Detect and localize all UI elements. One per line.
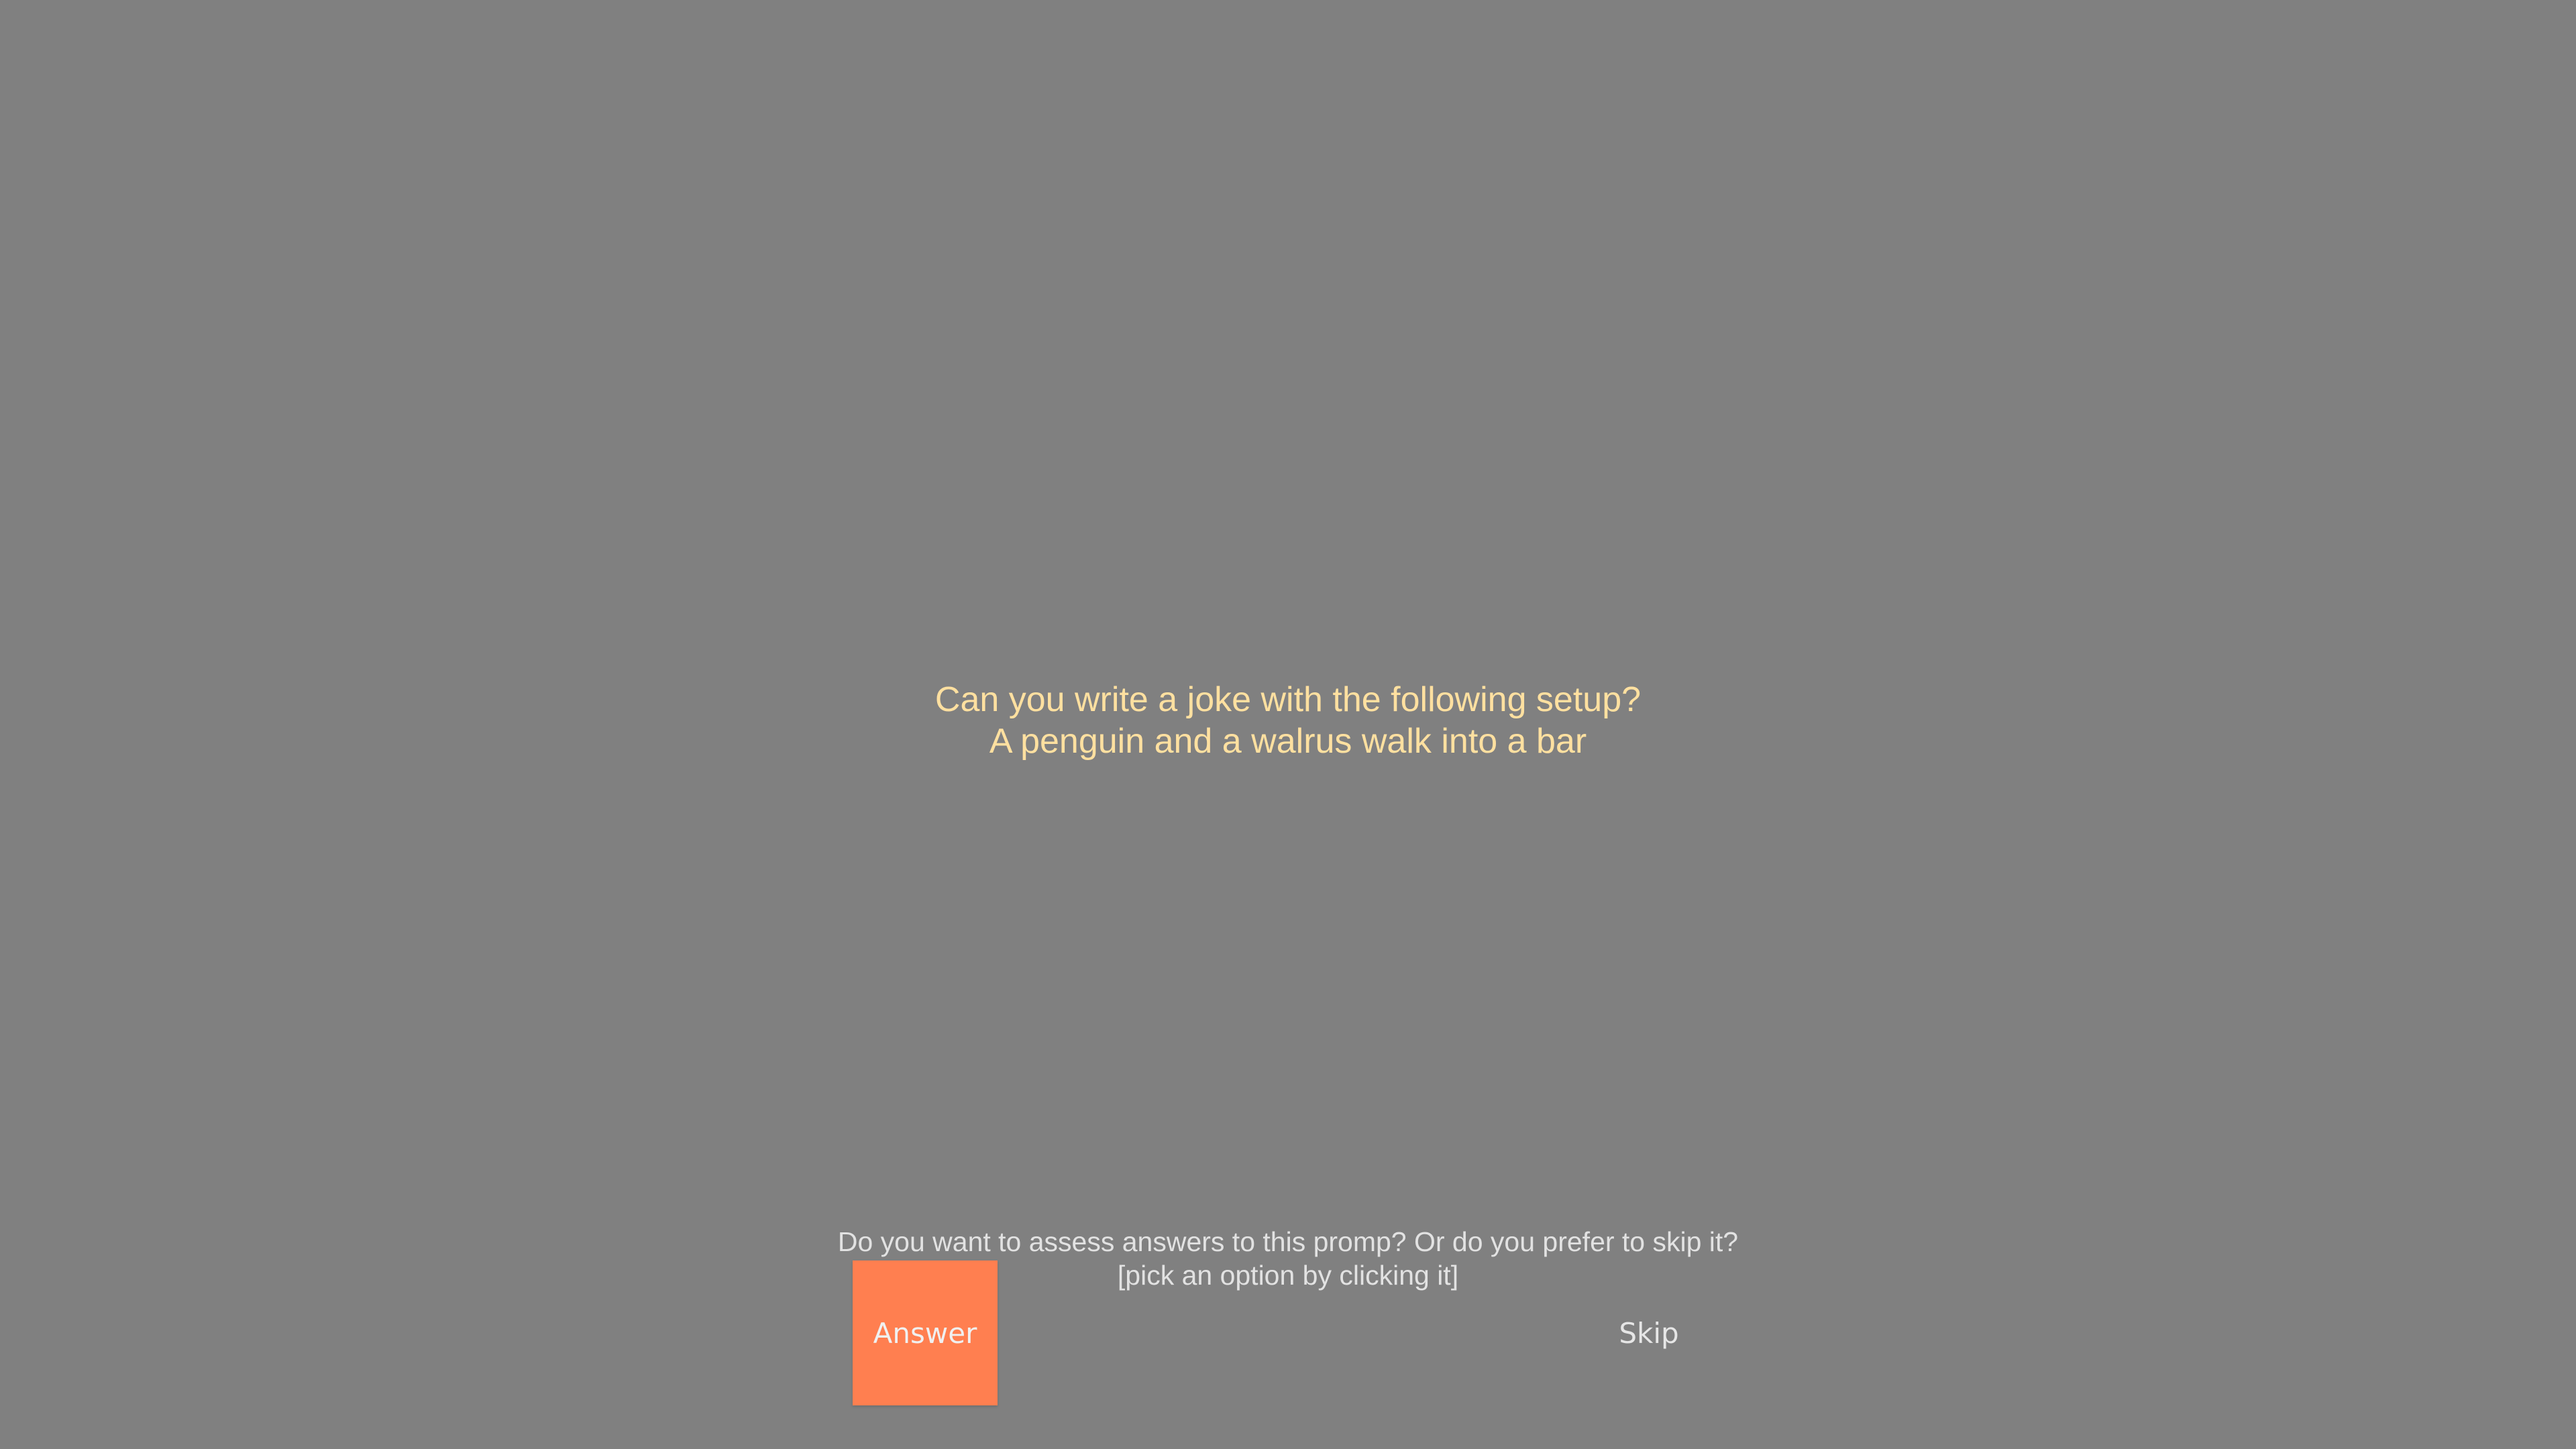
question-line-1: Do you want to assess answers to this pr… bbox=[837, 1226, 1739, 1257]
prompt-line-2: A penguin and a walrus walk into a bar bbox=[989, 722, 1587, 761]
answer-button[interactable]: Answer bbox=[853, 1260, 998, 1405]
question-line-2: [pick an option by clicking it] bbox=[1117, 1260, 1459, 1291]
prompt-text: Can you write a joke with the following … bbox=[0, 679, 2576, 762]
prompt-line-1: Can you write a joke with the following … bbox=[934, 680, 1642, 719]
choice-question: Do you want to assess answers to this pr… bbox=[0, 1225, 2576, 1292]
screen: Can you write a joke with the following … bbox=[0, 0, 2576, 1449]
skip-button[interactable]: Skip bbox=[1576, 1260, 1721, 1405]
